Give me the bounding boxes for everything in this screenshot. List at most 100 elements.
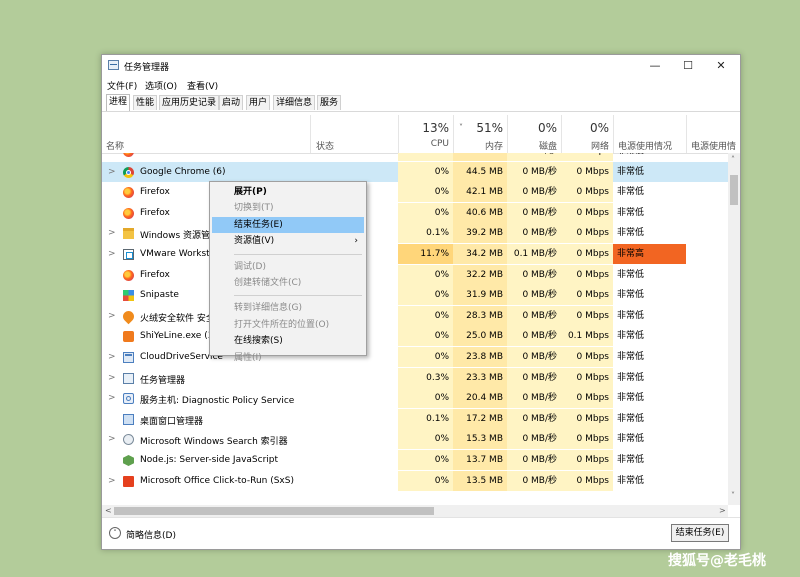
context-menu-item[interactable]: 在线搜索(S) bbox=[212, 333, 364, 349]
desktop-window-icon bbox=[123, 413, 134, 425]
tab-services[interactable]: 服务 bbox=[317, 95, 342, 110]
scroll-down-icon[interactable]: ˅ bbox=[731, 491, 735, 500]
network-value: 0 Mbps bbox=[561, 264, 613, 285]
power-usage-value: 非常低 bbox=[617, 352, 645, 362]
power-usage-value: 非常低 bbox=[617, 166, 645, 177]
process-row[interactable]: Firefox 0% 42.1 MB 0 MB/秒 0 Mbps 非常低 bbox=[102, 182, 728, 203]
expand-chevron-icon[interactable]: > bbox=[108, 373, 116, 383]
tab-divider bbox=[102, 111, 740, 112]
expand-chevron-icon[interactable]: > bbox=[108, 228, 116, 238]
column-status[interactable]: 状态 bbox=[310, 115, 398, 153]
process-row[interactable]: > Windows 资源管 0.1% 39.2 MB 0 MB/秒 0 Mbps 非常低 bbox=[102, 223, 728, 244]
firefox-icon bbox=[123, 269, 134, 281]
power-usage-value: 非常低 bbox=[617, 187, 645, 198]
tab-startup[interactable]: 启动 bbox=[219, 95, 244, 110]
process-row[interactable]: > 服务主机: Diagnostic Policy Service 0% 20.4 M… bbox=[102, 388, 728, 409]
context-menu-item[interactable]: 结束任务(E) bbox=[212, 216, 364, 233]
power-trend-value bbox=[686, 162, 728, 182]
disk-value: 0 MB/秒 bbox=[507, 223, 561, 244]
context-menu-item[interactable]: 资源值(V) › bbox=[212, 233, 364, 249]
cpu-value: 0% bbox=[398, 326, 453, 347]
menu-file[interactable]: 文件(F) bbox=[107, 79, 137, 92]
close-button[interactable]: ✕ bbox=[704, 55, 738, 77]
process-row[interactable]: > VMware Workst 11.7% 34.2 MB 0.1 MB/秒 0 Mbps… bbox=[102, 244, 728, 264]
memory-value: 32.2 MB bbox=[453, 264, 507, 285]
column-power-label: 电源使用情况 bbox=[618, 142, 673, 152]
title-bar[interactable]: 任务管理器 — ☐ ✕ bbox=[102, 55, 740, 77]
process-row[interactable]: Firefox 0% 32.2 MB 0 MB/秒 0 Mbps 非常低 bbox=[102, 264, 728, 285]
expand-chevron-icon[interactable]: > bbox=[108, 476, 116, 486]
menu-item-label: 资源值(V) bbox=[234, 236, 275, 247]
disk-value: 0 MB/秒 bbox=[507, 450, 561, 470]
vertical-scroll-thumb[interactable] bbox=[730, 175, 738, 205]
horizontal-scroll-thumb[interactable] bbox=[114, 507, 434, 515]
expand-chevron-icon[interactable]: > bbox=[108, 352, 116, 362]
process-row[interactable]: Firefox 0%75.0 MB0 MB/秒0 Mbps非常低 bbox=[102, 153, 728, 161]
network-value: 0 Mbps bbox=[561, 429, 613, 450]
tab-processes[interactable]: 进程 bbox=[106, 94, 131, 111]
expand-chevron-icon[interactable]: > bbox=[108, 311, 116, 321]
context-menu-item[interactable]: 展开(P) bbox=[212, 184, 364, 200]
chrome-icon bbox=[123, 166, 134, 178]
expand-chevron-icon[interactable]: > bbox=[108, 393, 116, 403]
expand-chevron-icon[interactable]: > bbox=[108, 249, 116, 259]
scroll-left-icon[interactable]: < bbox=[105, 506, 112, 515]
cpu-value: 0% bbox=[398, 388, 453, 409]
end-task-button[interactable]: 结束任务(E) bbox=[671, 524, 729, 542]
column-disk-label: 磁盘 bbox=[538, 142, 557, 152]
tab-users[interactable]: 用户 bbox=[246, 95, 271, 110]
column-name[interactable]: 名称 bbox=[102, 115, 310, 153]
process-row[interactable]: ShiYeLine.exe (32 0% 25.0 MB 0 MB/秒 0.1 Mbps… bbox=[102, 326, 728, 347]
power-trend-value bbox=[686, 285, 728, 305]
column-network[interactable]: 0% 网络 bbox=[561, 115, 613, 153]
tab-performance[interactable]: 性能 bbox=[133, 95, 158, 110]
memory-value: 75.0 MB bbox=[453, 153, 507, 161]
column-header: 名称 状态 13% CPU ˅ 51% 内存 0% 磁盘 0% 网络 电源使用情… bbox=[102, 115, 740, 154]
power-usage-value: 非常低 bbox=[617, 310, 645, 321]
maximize-button[interactable]: ☐ bbox=[671, 55, 705, 77]
search-icon bbox=[123, 434, 134, 446]
disk-value: 0.1 MB/秒 bbox=[507, 244, 561, 264]
column-power-trend[interactable]: 电源使用情 bbox=[686, 115, 740, 153]
menu-view[interactable]: 查看(V) bbox=[187, 79, 218, 92]
menu-item-label: 属性(I) bbox=[234, 352, 262, 363]
process-row[interactable]: Node.js: Server-side JavaScript 0% 13.7 MB… bbox=[102, 450, 728, 470]
process-row[interactable]: > 火绒安全软件 安全 0% 28.3 MB 0 MB/秒 0 Mbps 非常低 bbox=[102, 305, 728, 326]
minimize-button[interactable]: — bbox=[638, 55, 672, 77]
power-trend-value bbox=[686, 368, 728, 388]
column-cpu[interactable]: 13% CPU bbox=[398, 115, 453, 153]
cpu-value: 0% bbox=[398, 347, 453, 367]
network-value: 0.1 Mbps bbox=[561, 326, 613, 347]
network-value: 0 Mbps bbox=[561, 161, 613, 182]
fewer-details-link[interactable]: 简略信息(D) bbox=[126, 528, 176, 541]
expand-chevron-icon[interactable]: > bbox=[108, 434, 116, 444]
tab-app-history[interactable]: 应用历史记录 bbox=[159, 95, 220, 110]
memory-value: 34.2 MB bbox=[453, 244, 507, 264]
firefox-icon bbox=[123, 207, 134, 219]
memory-value: 13.5 MB bbox=[453, 470, 507, 491]
disk-value: 0 MB/秒 bbox=[507, 388, 561, 409]
disk-value: 0 MB/秒 bbox=[507, 202, 561, 223]
process-row[interactable]: > CloudDriveService 0% 23.8 MB 0 MB/秒 0 Mbps 非… bbox=[102, 347, 728, 367]
process-row[interactable]: > Google Chrome (6) 0% 44.5 MB 0 MB/秒 0 Mbps 非… bbox=[102, 161, 728, 182]
process-row[interactable]: > Microsoft Office Click-to-Run (SxS) 0% 13… bbox=[102, 470, 728, 491]
process-name: Windows 资源管 bbox=[140, 231, 211, 242]
scroll-up-icon[interactable]: ˄ bbox=[731, 155, 735, 164]
power-usage-value: 非常低 bbox=[617, 455, 645, 465]
expand-chevron-icon[interactable]: > bbox=[108, 167, 116, 177]
tab-details[interactable]: 详细信息 bbox=[273, 95, 316, 110]
process-row[interactable]: > 任务管理器 0.3% 23.3 MB 0 MB/秒 0 Mbps 非常低 bbox=[102, 367, 728, 388]
column-memory[interactable]: ˅ 51% 内存 bbox=[453, 115, 507, 153]
column-power-usage[interactable]: 电源使用情况 bbox=[613, 115, 686, 153]
process-row[interactable]: > Microsoft Windows Search 索引器 0% 15.3 MB 0 … bbox=[102, 429, 728, 450]
column-disk[interactable]: 0% 磁盘 bbox=[507, 115, 561, 153]
process-row[interactable]: 桌面窗口管理器 0.1% 17.2 MB 0 MB/秒 0 Mbps 非常低 bbox=[102, 408, 728, 429]
menu-options[interactable]: 选项(O) bbox=[145, 79, 177, 92]
process-row[interactable]: Snipaste 0% 31.9 MB 0 MB/秒 0 Mbps 非常低 bbox=[102, 285, 728, 306]
scroll-right-icon[interactable]: > bbox=[719, 506, 726, 515]
process-row[interactable]: Firefox 0% 40.6 MB 0 MB/秒 0 Mbps 非常低 bbox=[102, 202, 728, 223]
context-menu-item: 打开文件所在的位置(O) bbox=[212, 317, 364, 333]
nodejs-icon bbox=[123, 455, 134, 466]
chevron-up-circle-icon[interactable]: ˄ bbox=[109, 527, 121, 539]
vertical-scrollbar[interactable] bbox=[728, 153, 740, 505]
